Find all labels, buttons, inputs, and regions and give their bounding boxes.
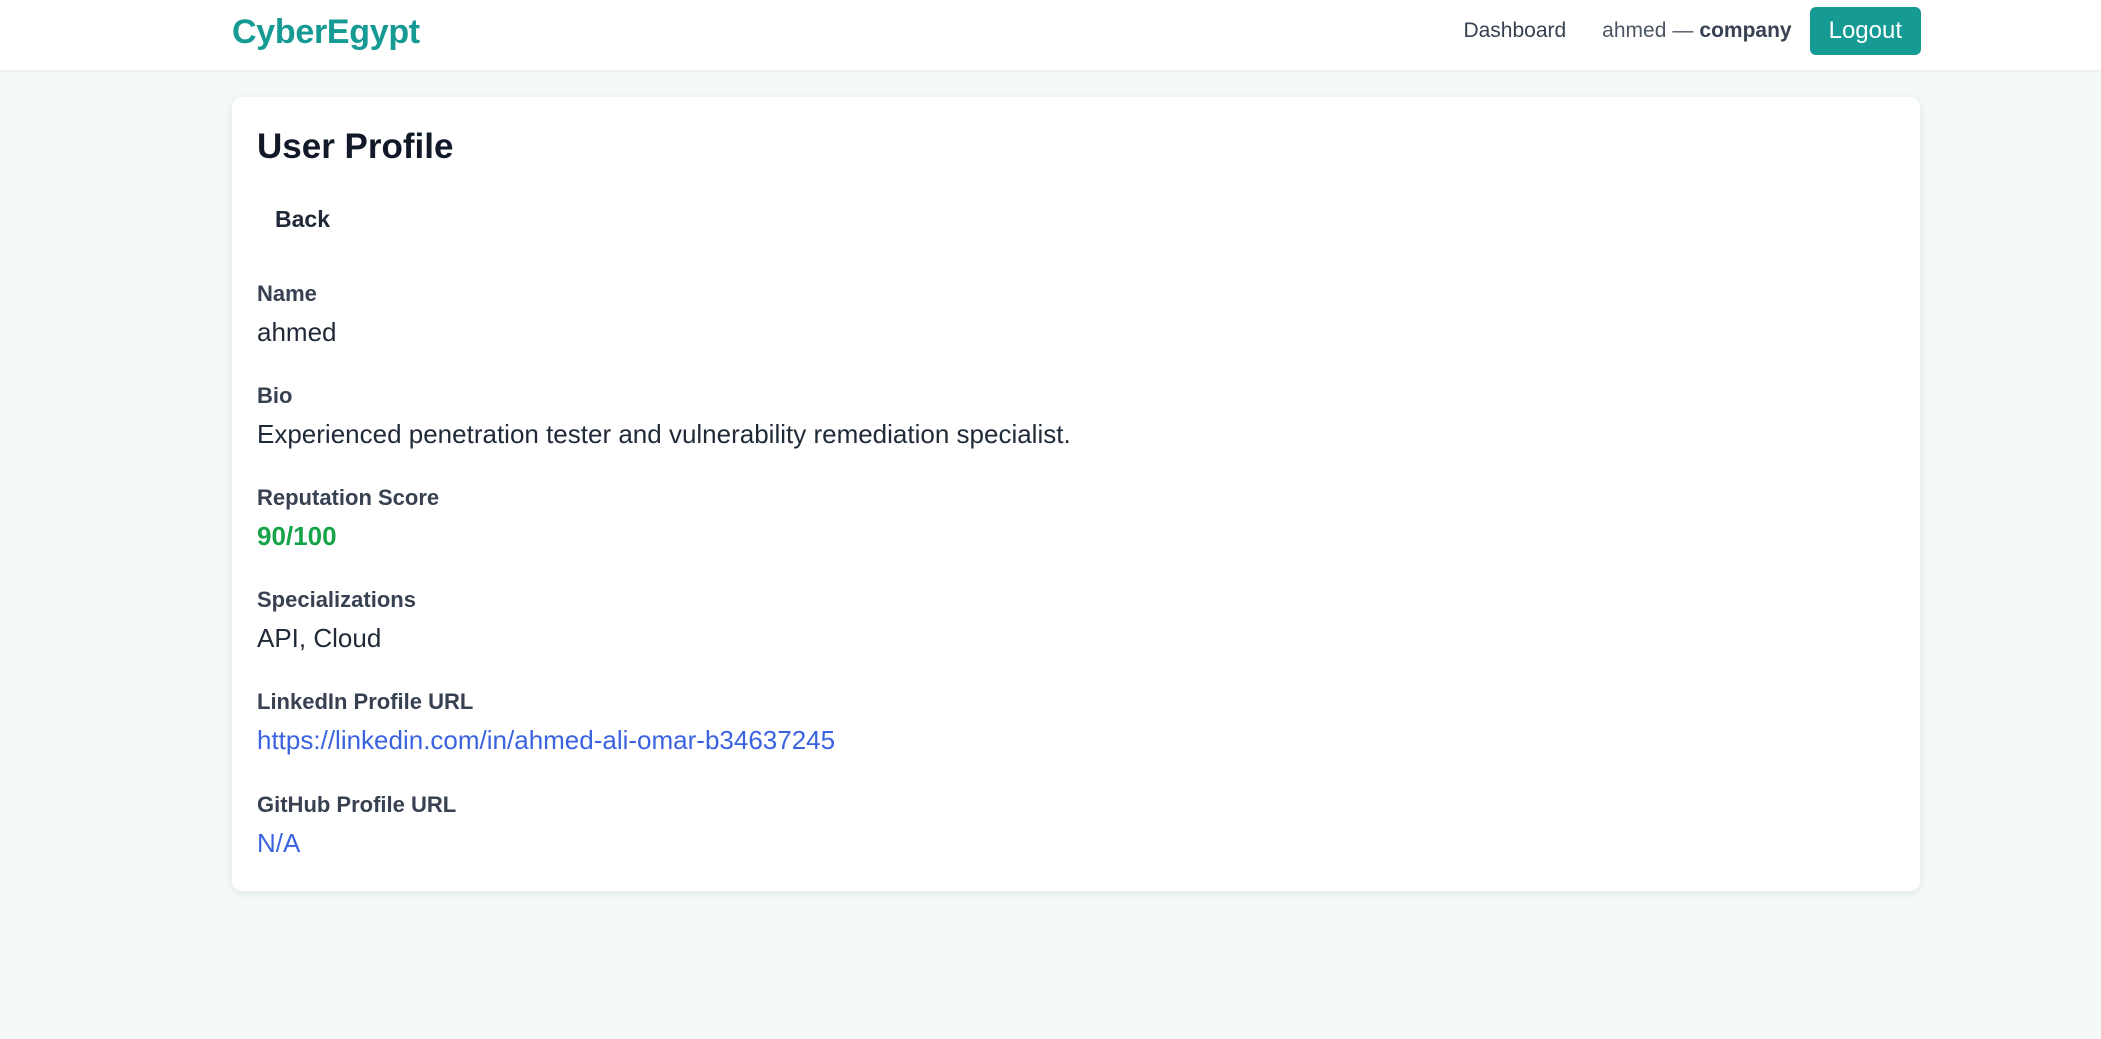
field-github: GitHub Profile URL N/A (257, 791, 456, 859)
page-title: User Profile (257, 127, 454, 166)
field-name: Name ahmed (257, 280, 337, 348)
brand-logo[interactable]: CyberEgypt (232, 12, 420, 52)
github-profile-link[interactable]: N/A (257, 827, 456, 859)
current-user-role: company (1699, 19, 1792, 42)
linkedin-profile-link[interactable]: https://linkedin.com/in/ahmed-ali-omar-b… (257, 724, 835, 756)
back-button[interactable]: Back (257, 202, 348, 237)
logout-button[interactable]: Logout (1809, 7, 1921, 55)
field-github-label: GitHub Profile URL (257, 792, 457, 817)
field-bio-label: Bio (257, 383, 293, 408)
field-reputation-label: Reputation Score (257, 485, 440, 510)
field-bio-value: Experienced penetration tester and vulne… (257, 419, 1071, 449)
field-specializations-label: Specializations (257, 587, 416, 612)
field-linkedin-label: LinkedIn Profile URL (257, 689, 474, 714)
field-bio: Bio Experienced penetration tester and v… (257, 382, 1071, 450)
field-name-value: ahmed (257, 317, 337, 347)
user-separator: — (1672, 19, 1694, 42)
field-specializations-value: API, Cloud (257, 623, 382, 653)
field-linkedin: LinkedIn Profile URL https://linkedin.co… (257, 688, 835, 756)
top-navbar: CyberEgypt Dashboard ahmed — company Logou… (0, 0, 2101, 70)
nav-right: Dashboard ahmed — company Logout (1463, 7, 1921, 55)
field-name-label: Name (257, 281, 317, 306)
field-specializations: Specializations API, Cloud (257, 586, 416, 654)
nav-dashboard-link[interactable]: Dashboard (1463, 19, 1566, 43)
profile-card: User Profile Back Name ahmed Bio Experie… (232, 97, 1920, 891)
current-user-info: ahmed — company (1602, 19, 1791, 43)
reputation-score-value: 90/100 (257, 521, 337, 551)
field-reputation: Reputation Score 90/100 (257, 484, 439, 552)
current-user-name: ahmed (1602, 19, 1667, 42)
